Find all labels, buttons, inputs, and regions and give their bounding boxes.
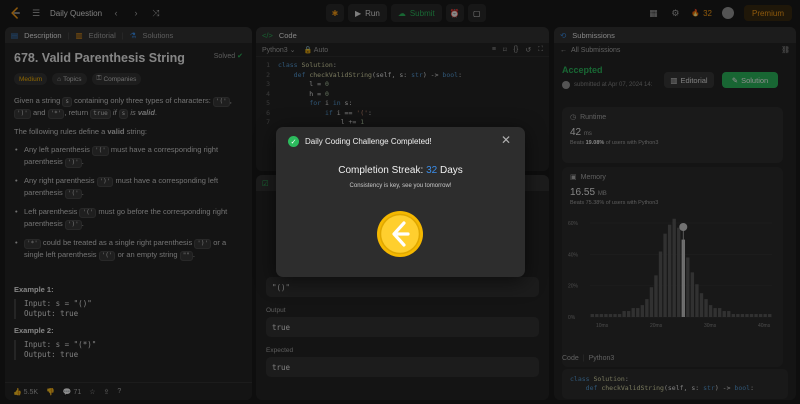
check-circle-icon: ✓ xyxy=(288,136,299,147)
modal-subtitle: Consistency is key, see you tomorrow! xyxy=(349,183,452,189)
streak-number: 32 xyxy=(426,165,438,176)
coin-icon xyxy=(377,211,423,257)
modal-title: Daily Coding Challenge Completed! xyxy=(305,137,432,146)
challenge-complete-modal: ✓ Daily Coding Challenge Completed! ✕ Co… xyxy=(276,127,525,277)
close-icon[interactable]: ✕ xyxy=(501,133,511,147)
completion-streak: Completion Streak: 32 Days xyxy=(338,165,463,176)
